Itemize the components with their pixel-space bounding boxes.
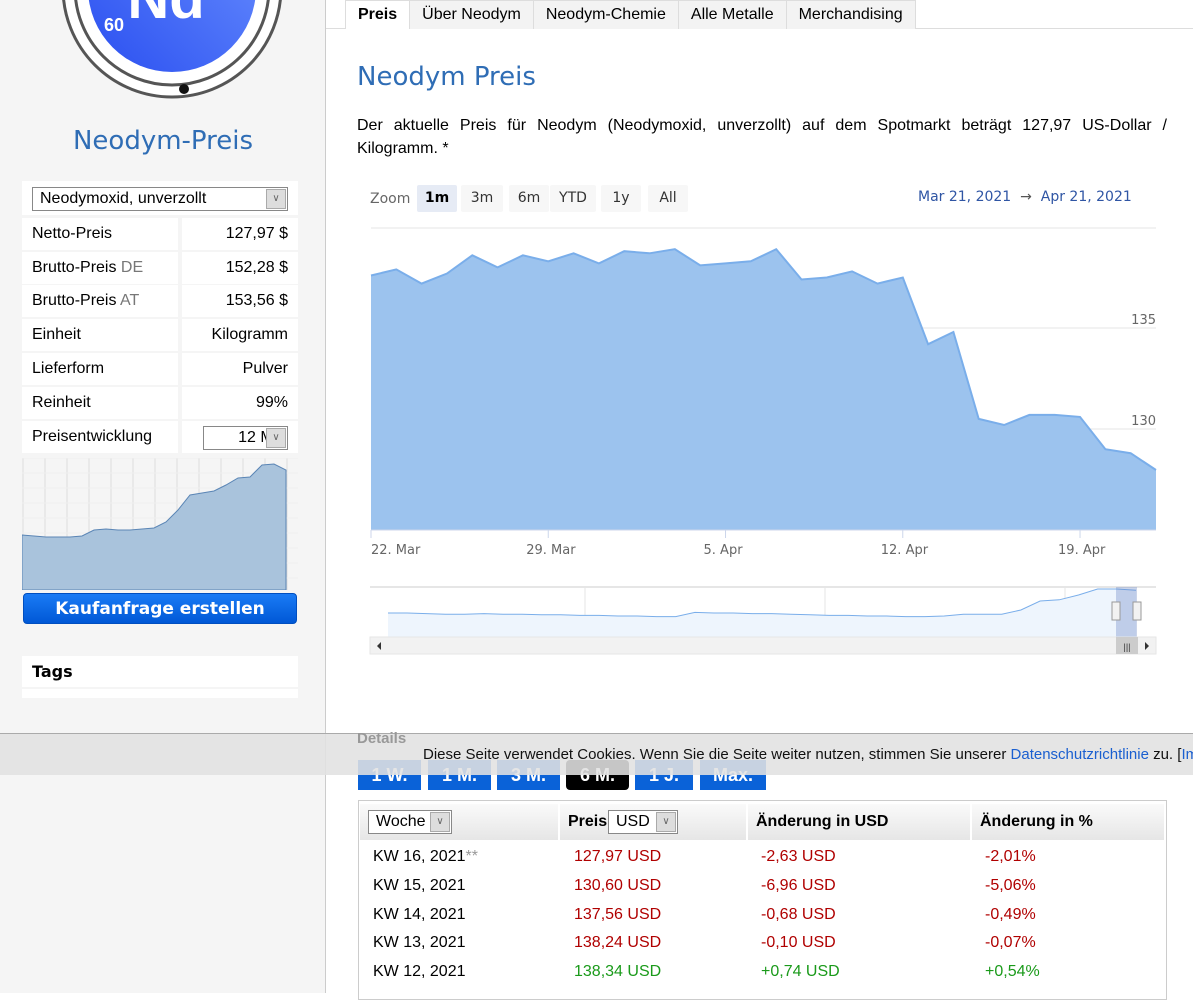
- price-area: [371, 249, 1156, 530]
- week-cell: KW 13, 2021: [373, 928, 466, 957]
- change-usd-cell: -0,68 USD: [761, 905, 836, 923]
- week-select[interactable]: Woche ∨: [368, 810, 452, 834]
- price-cell: 138,24 USD: [574, 934, 662, 952]
- cookie-banner: Diese Seite verwendet Cookies. Wenn Sie …: [0, 733, 1193, 775]
- week-text: KW 14, 2021: [373, 905, 466, 923]
- price-cell: 130,60 USD: [574, 876, 662, 894]
- week-cell: KW 14, 2021: [373, 900, 466, 929]
- tags-box: [22, 689, 298, 698]
- privacy-policy-link[interactable]: Datenschutzrichtlinie: [1011, 746, 1149, 763]
- price-header-label: Preis: [568, 813, 608, 830]
- navigator-handle[interactable]: [1111, 601, 1121, 621]
- week-cell: KW 16, 2021**: [373, 842, 478, 871]
- week-cell: KW 12, 2021: [373, 957, 466, 986]
- price-chart: 12513013522. Mar29. Mar5. Apr12. Apr19. …: [369, 227, 1157, 655]
- y-tick-label: 130: [1131, 414, 1156, 429]
- change-pct-cell: -0,07%: [985, 934, 1036, 952]
- table-row: KW 12, 2021 138,34 USD +0,74 USD +0,54%: [359, 957, 1166, 986]
- tags-title: Tags: [22, 656, 298, 687]
- change-pct-cell: -5,06%: [985, 876, 1036, 894]
- cookie-text: Diese Seite verwendet Cookies. Wenn Sie …: [423, 746, 1011, 763]
- price-cell: 137,56 USD: [574, 905, 662, 923]
- chevron-down-icon: ∨: [656, 812, 676, 832]
- table-row: KW 14, 2021 137,56 USD -0,68 USD -0,49%: [359, 900, 1166, 929]
- x-tick-label: 29. Mar: [526, 543, 576, 558]
- change-pct-cell: -0,49%: [985, 905, 1036, 923]
- change-usd-cell: +0,74 USD: [761, 963, 840, 981]
- navigator-scrollbar[interactable]: [369, 636, 1157, 655]
- table-row: KW 15, 2021 130,60 USD -6,96 USD -5,06%: [359, 871, 1166, 900]
- table-row: KW 16, 2021** 127,97 USD -2,63 USD -2,01%: [359, 842, 1166, 871]
- currency-select[interactable]: USD ∨: [608, 810, 678, 834]
- change-pct-header: Änderung in %: [972, 804, 1164, 840]
- change-usd-cell: -0,10 USD: [761, 934, 836, 952]
- x-tick-label: 12. Apr: [881, 543, 929, 558]
- x-tick-label: 5. Apr: [704, 543, 744, 558]
- week-header: Woche ∨: [360, 804, 558, 840]
- imprint-link[interactable]: Impressum: [1181, 746, 1193, 763]
- change-usd-cell: -6,96 USD: [761, 876, 836, 894]
- change-pct-cell: +0,54%: [985, 963, 1040, 981]
- week-text: KW 12, 2021: [373, 963, 466, 981]
- price-cell: 127,97 USD: [574, 848, 662, 865]
- change-pct-cell: -2,01%: [985, 848, 1036, 865]
- week-cell: KW 15, 2021: [373, 871, 466, 900]
- scrollbar-grip-icon: |||: [1123, 642, 1130, 652]
- chevron-down-icon: ∨: [430, 812, 450, 832]
- x-tick-label: 22. Mar: [371, 543, 421, 558]
- week-select-value: Woche: [376, 813, 426, 830]
- price-table: Woche ∨ Preis USD ∨ Änderung in USD Änderun…: [358, 800, 1167, 1000]
- change-usd-header: Änderung in USD: [748, 804, 970, 840]
- cookie-text-after: zu. [: [1148, 746, 1182, 763]
- price-cell: 138,34 USD: [574, 963, 662, 981]
- y-tick-label: 135: [1131, 313, 1156, 328]
- currency-select-value: USD: [616, 813, 650, 830]
- navigator-handle[interactable]: [1132, 601, 1142, 621]
- week-text: KW 13, 2021: [373, 934, 466, 952]
- navigator-area: [388, 589, 1136, 637]
- details-title: Details: [357, 730, 407, 747]
- footnote-mark: **: [465, 848, 478, 865]
- x-tick-label: 19. Apr: [1058, 543, 1106, 558]
- change-usd-cell: -2,63 USD: [761, 848, 836, 865]
- table-row: KW 13, 2021 138,24 USD -0,10 USD -0,07%: [359, 928, 1166, 957]
- week-text: KW 16, 2021: [373, 848, 466, 865]
- week-text: KW 15, 2021: [373, 876, 466, 894]
- price-header: Preis USD ∨: [560, 804, 746, 840]
